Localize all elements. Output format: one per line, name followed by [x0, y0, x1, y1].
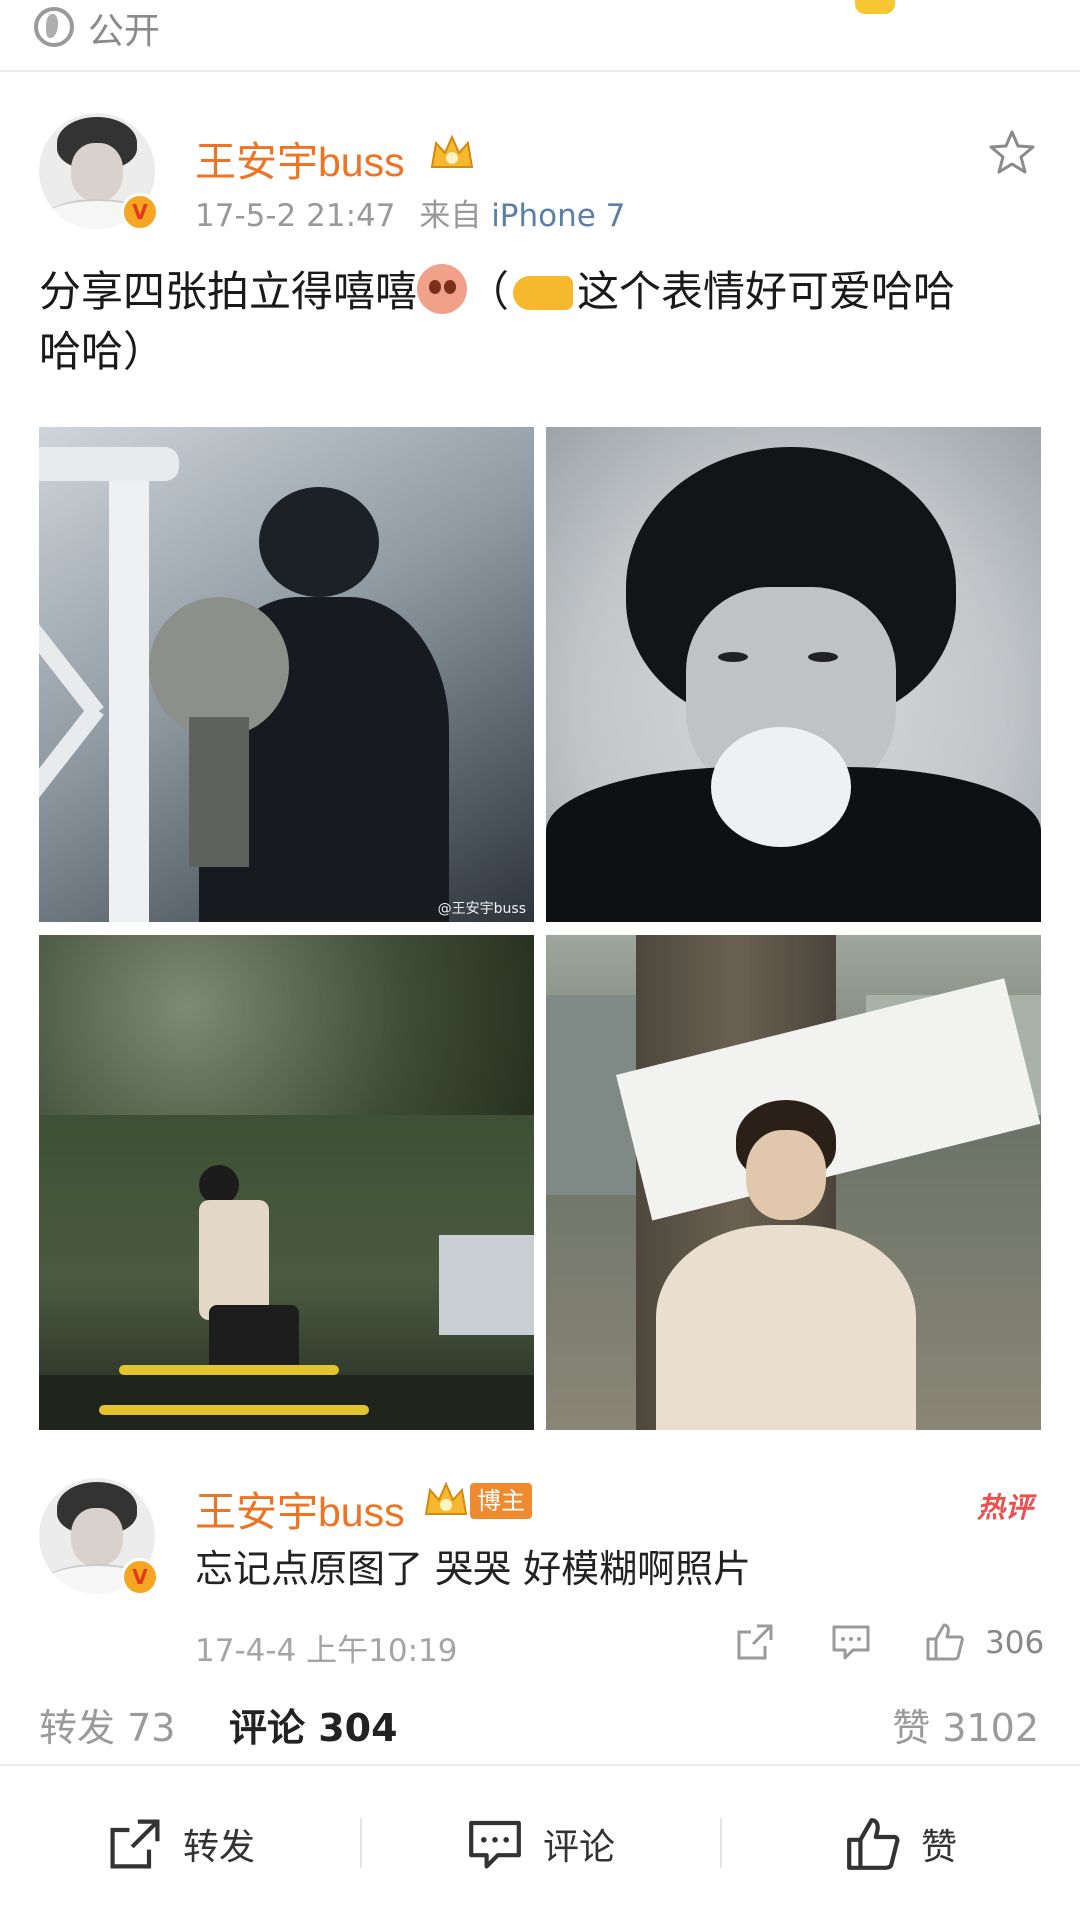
source-device[interactable]: iPhone 7 [491, 198, 625, 234]
like-button[interactable]: 赞 [720, 1766, 1080, 1920]
author-name[interactable]: 王安宇buss [195, 128, 405, 188]
repost-button[interactable]: 转发 [0, 1766, 360, 1920]
post-text: 分享四张拍立得嘻嘻 （ 这个表情好可爱哈哈 哈哈） [39, 262, 1039, 382]
thumb-up-icon [847, 1818, 900, 1870]
action-bar: 转发 评论 赞 [0, 1764, 1080, 1920]
comment-like-count: 306 [985, 1625, 1045, 1661]
comment-text: 忘记点原图了 哭哭 好模糊啊照片 [195, 1547, 752, 1591]
photo-1[interactable]: @王安宇buss [39, 427, 534, 922]
thumb-up-icon[interactable] [925, 1622, 965, 1662]
crown-icon [424, 1481, 468, 1515]
star-icon[interactable] [988, 128, 1036, 176]
visibility-label: 公开 [88, 11, 161, 52]
stats-bar: 转发 73 评论 304 赞 3102 [39, 1697, 1039, 1751]
v-badge-icon: V [121, 1558, 159, 1596]
photo-4[interactable] [546, 935, 1041, 1430]
post-timestamp: 17-5-2 21:47 [195, 198, 396, 234]
repost-label: 转发 [182, 1827, 255, 1868]
source-prefix: 来自 [419, 198, 482, 234]
decoration-icon [855, 0, 895, 14]
globe-icon [34, 7, 74, 47]
like-count-tab[interactable]: 赞 3102 [892, 1697, 1039, 1752]
post-text-part: 哈哈） [39, 327, 166, 376]
comment-author[interactable]: 王安宇buss [195, 1478, 405, 1538]
share-icon [110, 1819, 160, 1869]
pointing-hand-icon [513, 276, 574, 310]
repost-count-tab[interactable]: 转发 73 [39, 1697, 175, 1752]
comment-button[interactable]: 评论 [360, 1766, 720, 1920]
share-icon[interactable] [735, 1622, 775, 1662]
comment-icon [469, 1820, 521, 1869]
post-meta: 17-5-2 21:47 来自 iPhone 7 [195, 190, 625, 235]
comment-label: 评论 [542, 1827, 615, 1868]
comment-time: 17-4-4 上午10:19 [195, 1633, 458, 1669]
photo-3[interactable] [39, 935, 534, 1430]
like-label: 赞 [920, 1827, 957, 1868]
photo-grid: @王安宇buss [39, 427, 1041, 1430]
comment-count-tab[interactable]: 评论 304 [229, 1697, 398, 1752]
hot-comment-label: 热评 [977, 1491, 1034, 1524]
photo-2[interactable] [546, 427, 1041, 922]
comment-icon[interactable] [831, 1622, 871, 1662]
post-text-part: 分享四张拍立得嘻嘻 [39, 267, 418, 316]
blush-emoji-icon [417, 264, 468, 314]
visibility-bar: 公开 [0, 0, 1080, 72]
blogger-badge: 博主 [470, 1483, 532, 1519]
post-text-part: （ [467, 267, 510, 316]
photo-watermark: @王安宇buss [437, 901, 526, 917]
crown-icon [430, 134, 474, 168]
v-badge-icon: V [121, 193, 159, 231]
post-text-part: 这个表情好可爱哈哈 [577, 267, 956, 316]
